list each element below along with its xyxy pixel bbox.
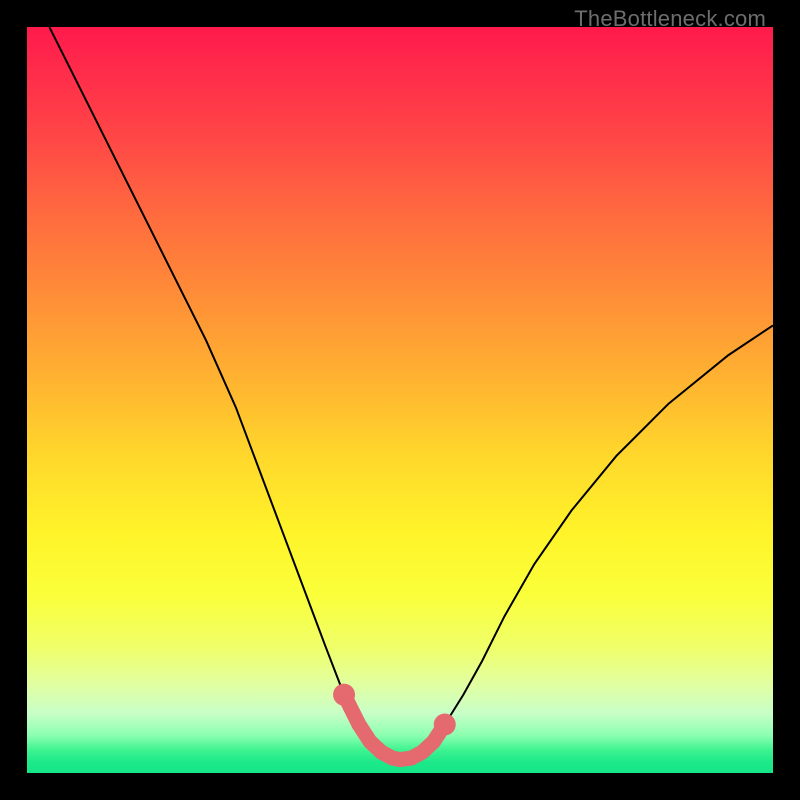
valley-marker (333, 684, 456, 760)
chart-svg (27, 27, 773, 773)
valley-marker-dot (333, 684, 355, 706)
chart-frame (27, 27, 773, 773)
bottleneck-curve-path (49, 27, 773, 760)
valley-marker-dot (434, 714, 456, 736)
bottleneck-curve (49, 27, 773, 760)
valley-marker-path (344, 695, 445, 760)
watermark-text: TheBottleneck.com (574, 6, 766, 32)
